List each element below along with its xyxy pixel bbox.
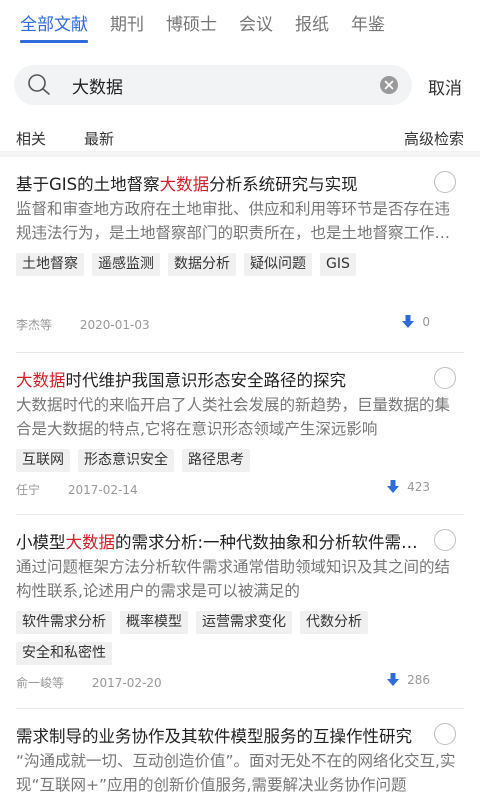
result-author: 李杰等: [16, 318, 53, 332]
result-date: 2020-01-03: [79, 318, 150, 332]
keyword-tags: 软件需求分析 概率模型 运营需求变化 代数分析 安全和私密性: [16, 611, 456, 665]
keyword-tag[interactable]: 路径思考: [182, 449, 250, 472]
result-title[interactable]: 大数据时代维护我国意识形态安全路径的探究: [16, 367, 420, 391]
keyword-tags: 土地督察 遥感监测 数据分析 疑似问题 GIS: [16, 253, 456, 276]
result-abstract: 通过问题框架方法分析软件需求通常借助领域知识及其之间的结构性联系,论述用户的需求…: [16, 558, 451, 600]
result-meta: 俞一峻等 2017-02-20: [16, 674, 162, 691]
tab-journals[interactable]: 期刊: [110, 0, 144, 44]
result-title[interactable]: 基于GIS的土地督察大数据分析系统研究与实现: [16, 171, 420, 195]
search-box: [14, 65, 412, 105]
select-radio[interactable]: [434, 367, 456, 389]
download-count: 286: [387, 673, 430, 687]
result-title[interactable]: 小模型大数据的需求分析:一种代数抽象和分析软件需求的方法: [16, 529, 420, 553]
keyword-tag[interactable]: 土地督察: [16, 253, 84, 276]
result-author: 任宁: [16, 483, 41, 497]
results-list: 基于GIS的土地督察大数据分析系统研究与实现 监督和审查地方政府在土地审批、供应…: [0, 157, 480, 800]
keyword-tag[interactable]: 疑似问题: [244, 253, 312, 276]
result-abstract: 监督和审查地方政府在土地审批、供应和利用等环节是否存在违规违法行为，是土地督察部…: [16, 200, 451, 242]
result-item[interactable]: 小模型大数据的需求分析:一种代数抽象和分析软件需求的方法 通过问题框架方法分析软…: [0, 515, 480, 708]
download-count: 423: [387, 480, 430, 494]
keyword-tag[interactable]: GIS: [320, 253, 356, 276]
keyword-tag[interactable]: 软件需求分析: [16, 611, 112, 634]
sort-bar: 相关 最新 高级检索: [0, 122, 480, 152]
download-count: 0: [402, 315, 430, 329]
select-radio[interactable]: [434, 171, 456, 193]
search-input[interactable]: [72, 65, 372, 105]
tab-conferences[interactable]: 会议: [239, 0, 273, 44]
keyword-tag[interactable]: 代数分析: [300, 611, 368, 634]
select-radio[interactable]: [434, 723, 456, 745]
keyword-tag[interactable]: 互联网: [16, 449, 70, 472]
result-abstract: “沟通成就一切、互动创造价值”。面对无处不在的网络化交互,实现“互联网+”应用的…: [16, 752, 456, 794]
tab-all-literature[interactable]: 全部文献: [20, 0, 88, 44]
sort-latest[interactable]: 最新: [84, 128, 114, 149]
tab-yearbooks[interactable]: 年鉴: [351, 0, 385, 44]
result-item[interactable]: 基于GIS的土地督察大数据分析系统研究与实现 监督和审查地方政府在土地审批、供应…: [0, 157, 480, 352]
select-radio[interactable]: [434, 529, 456, 551]
keyword-tag[interactable]: 遥感监测: [92, 253, 160, 276]
advanced-search-link[interactable]: 高级检索: [404, 128, 464, 149]
result-meta: 李杰等 2020-01-03: [16, 316, 150, 333]
result-abstract: 大数据时代的来临开启了人类社会发展的新趋势，巨量数据的集合是大数据的特点,它将在…: [16, 396, 451, 438]
tab-theses[interactable]: 博硕士: [166, 0, 217, 44]
search-icon: [28, 74, 50, 95]
cancel-button[interactable]: 取消: [428, 74, 462, 99]
search-bar: 取消: [0, 60, 480, 110]
tab-newspapers[interactable]: 报纸: [295, 0, 329, 44]
keyword-tags: 互联网 形态意识安全 路径思考: [16, 449, 456, 472]
keyword-tag[interactable]: 概率模型: [120, 611, 188, 634]
result-author: 俞一峻等: [16, 676, 65, 690]
keyword-tag[interactable]: 安全和私密性: [16, 642, 112, 665]
result-meta: 任宁 2017-02-14: [16, 481, 138, 498]
result-date: 2017-02-20: [91, 676, 162, 690]
download-arrow-icon: [387, 673, 400, 686]
category-tabs: 全部文献 期刊 博硕士 会议 报纸 年鉴: [0, 0, 480, 48]
keyword-tag[interactable]: 形态意识安全: [78, 449, 174, 472]
download-arrow-icon: [402, 315, 415, 328]
sort-relevance[interactable]: 相关: [16, 128, 46, 149]
result-date: 2017-02-14: [67, 483, 138, 497]
result-item[interactable]: 需求制导的业务协作及其软件模型服务的互操作性研究 “沟通成就一切、互动创造价值”…: [0, 709, 480, 800]
keyword-tag[interactable]: 运营需求变化: [196, 611, 292, 634]
download-arrow-icon: [387, 480, 400, 493]
clear-search-icon[interactable]: [380, 76, 398, 94]
result-item[interactable]: 大数据时代维护我国意识形态安全路径的探究 大数据时代的来临开启了人类社会发展的新…: [0, 353, 480, 514]
result-title[interactable]: 需求制导的业务协作及其软件模型服务的互操作性研究: [16, 723, 420, 747]
keyword-tag[interactable]: 数据分析: [168, 253, 236, 276]
